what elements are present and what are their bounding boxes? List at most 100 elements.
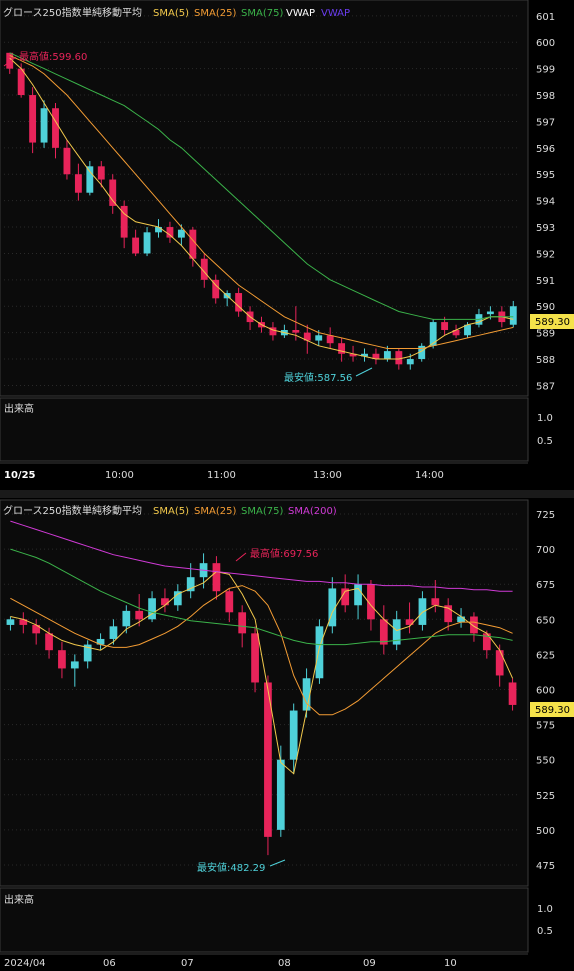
intraday-panel[interactable]: 6016005995985975965955945935925915905895… xyxy=(0,0,574,481)
d-y-tick: 650 xyxy=(536,615,555,626)
d-y-tick: 575 xyxy=(536,721,555,732)
d-y-tick: 500 xyxy=(536,826,555,837)
panel-separator[interactable] xyxy=(0,490,574,498)
d-candle-body xyxy=(315,626,324,679)
i-y-tick: 593 xyxy=(536,223,555,234)
d-candle-body xyxy=(495,650,504,676)
intraday-legend-vwap: VWAP xyxy=(286,8,315,19)
daily-x-tick-09: 09 xyxy=(363,958,376,969)
i-y-tick: 595 xyxy=(536,170,555,181)
daily-x-tick-10: 10 xyxy=(444,958,457,969)
daily-legend-sma75: SMA(75) xyxy=(241,506,283,517)
intraday-x-tick-date: 10/25 xyxy=(4,470,36,481)
d-y-tick: 600 xyxy=(536,685,555,696)
daily-legend-sma200: SMA(200) xyxy=(288,506,337,517)
i-candle-body xyxy=(109,179,117,206)
i-candle-body xyxy=(441,322,449,330)
d-y-tick: 625 xyxy=(536,650,555,661)
d-candle-body xyxy=(379,619,388,645)
i-candle-body xyxy=(509,306,517,325)
daily-legend-sma25: SMA(25) xyxy=(194,506,236,517)
i-y-tick: 598 xyxy=(536,91,555,102)
d-y-tick: 725 xyxy=(536,510,555,521)
daily-legend-label: 単純移動平均 xyxy=(82,504,142,517)
d-candle-body xyxy=(431,598,440,606)
intraday-legend-sma75: SMA(75) xyxy=(241,8,283,19)
daily-volume-label: 出来高 xyxy=(4,893,34,906)
i-y-tick: 600 xyxy=(536,38,555,49)
intraday-legend-label: 単純移動平均 xyxy=(82,6,142,19)
d-candle-body xyxy=(148,598,156,620)
i-y-tick: 601 xyxy=(536,12,555,23)
d-candle-body xyxy=(470,616,478,634)
daily-last-price: 589.30 xyxy=(535,705,570,716)
intraday-low-label: 最安値:587.56 xyxy=(284,371,352,384)
i-candle-body xyxy=(86,166,94,193)
i-candle-body xyxy=(292,330,300,333)
i-candle-body xyxy=(189,229,197,259)
intraday-legend-title: グロース250指数 xyxy=(3,6,82,19)
d-candle-body xyxy=(58,650,66,669)
intraday-x-tick-1000: 10:00 xyxy=(105,470,134,481)
d-candle-body xyxy=(354,584,362,606)
intraday-high-label: 最高値:599.60 xyxy=(19,50,87,63)
i-y-tick: 587 xyxy=(536,381,555,392)
d-y-tick: 700 xyxy=(536,545,555,556)
intraday-x-tick-1400: 14:00 xyxy=(415,470,444,481)
intraday-volume-area xyxy=(0,397,529,462)
d-y-tick: 475 xyxy=(536,861,555,872)
d-candle-body xyxy=(289,710,298,760)
i-y-tick: 591 xyxy=(536,276,555,287)
d-candle-body xyxy=(122,610,131,627)
i-candle-body xyxy=(166,227,174,238)
i-y-tick: 594 xyxy=(536,197,555,208)
daily-low-label: 最安値:482.29 xyxy=(197,861,265,874)
i-candle-body xyxy=(429,322,437,346)
i-candle-body xyxy=(63,147,71,175)
i-candle-body xyxy=(143,232,151,254)
i-y-tick: 592 xyxy=(536,249,555,260)
i-y-tick: 599 xyxy=(536,65,555,76)
d-candle-body xyxy=(109,626,118,639)
i-candle-body xyxy=(315,335,323,341)
intraday-legend-sma25: SMA(25) xyxy=(194,8,236,19)
d-y-tick: 550 xyxy=(536,756,555,767)
d-candle-body xyxy=(457,616,465,623)
intraday-volume-tick-2: 0.5 xyxy=(537,436,553,447)
d-candle-body xyxy=(238,612,247,634)
daily-legend-sma5: SMA(5) xyxy=(153,506,189,517)
i-y-tick: 588 xyxy=(536,355,555,366)
i-candle-body xyxy=(40,108,48,143)
d-candle-body xyxy=(251,633,259,683)
intraday-legend: グロース250指数 単純移動平均 SMA(5) SMA(25) SMA(75) … xyxy=(3,6,350,19)
daily-panel[interactable]: 725 700 675 650 625 600 575 550 525 500 475 グロース25… xyxy=(0,499,574,969)
intraday-legend-vwap2: VWAP xyxy=(321,8,350,19)
charts-canvas: 6016005995985975965955945935925915905895… xyxy=(0,0,574,971)
d-y-tick: 675 xyxy=(536,580,555,591)
daily-x-tick-06: 06 xyxy=(103,958,116,969)
d-candle-body xyxy=(508,682,517,705)
daily-last-price-tag: 589.30 xyxy=(530,702,574,717)
d-candle-body xyxy=(212,563,221,592)
i-candle-body xyxy=(406,359,414,365)
daily-x-tick-08: 08 xyxy=(278,958,291,969)
i-candle-body xyxy=(29,95,37,143)
daily-volume-area xyxy=(0,887,529,953)
d-candle-body xyxy=(6,619,15,625)
d-candle-body xyxy=(45,633,53,651)
d-candle-body xyxy=(276,759,285,830)
daily-volume-tick-2: 0.5 xyxy=(537,926,553,937)
d-y-tick: 525 xyxy=(536,791,555,802)
d-candle-body xyxy=(225,591,234,613)
d-candle-body xyxy=(418,598,427,625)
intraday-y-axis: 601 600 599 598 597 596 595 594 593 592 591 590 589 5… xyxy=(536,12,555,393)
i-y-tick: 590 xyxy=(536,302,555,313)
daily-x-tick-07: 07 xyxy=(181,958,194,969)
intraday-legend-sma5: SMA(5) xyxy=(153,8,189,19)
d-candle-body xyxy=(161,598,169,606)
intraday-x-tick-1300: 13:00 xyxy=(313,470,342,481)
d-candle-body xyxy=(70,661,79,669)
i-candle-body xyxy=(155,227,162,233)
intraday-volume-tick-1: 1.0 xyxy=(537,413,553,424)
intraday-x-tick-1100: 11:00 xyxy=(207,470,236,481)
